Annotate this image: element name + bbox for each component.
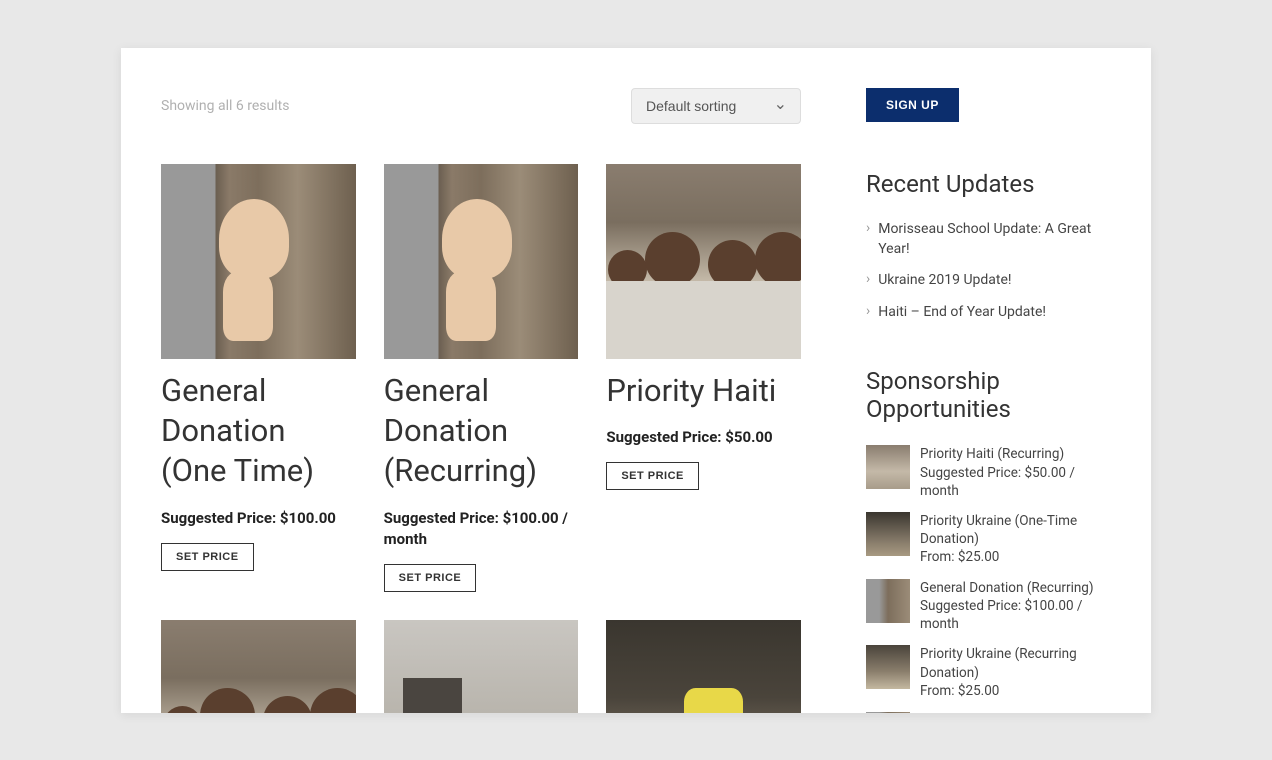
product-card[interactable]: Priority Haiti Suggested Price: $50.00 SET… (606, 164, 801, 592)
list-item: Ukraine 2019 Update! (866, 271, 1111, 291)
sponsorship-title[interactable]: Priority Ukraine (One-Time Donation) (920, 512, 1111, 548)
sponsorship-price: Suggested Price: $50.00 / month (920, 464, 1111, 500)
list-item: Haiti – End of Year Update! (866, 303, 1111, 323)
sponsorship-title[interactable]: General Donation (One Time) (920, 712, 1111, 713)
product-image[interactable] (384, 164, 579, 359)
product-image[interactable] (384, 620, 579, 713)
products-grid: General Donation (One Time) Suggested Pri… (161, 164, 801, 713)
top-row: Showing all 6 results Default sorting (161, 88, 801, 124)
product-price: Suggested Price: $100.00 (161, 508, 356, 529)
sponsorship-thumbnail[interactable] (866, 512, 910, 556)
sponsorship-thumbnail[interactable] (866, 579, 910, 623)
sponsorship-info: Priority Haiti (Recurring)Suggested Pric… (920, 445, 1111, 500)
product-card[interactable]: General Donation (One Time) Suggested Pri… (161, 164, 356, 592)
sponsorship-info: Priority Ukraine (One-Time Donation)From… (920, 512, 1111, 567)
sponsorship-item[interactable]: Priority Ukraine (One-Time Donation)From… (866, 512, 1111, 567)
sponsorship-info: General Donation (Recurring)Suggested Pr… (920, 579, 1111, 634)
product-image[interactable] (606, 620, 801, 713)
product-price: Suggested Price: $100.00 / month (384, 508, 579, 550)
sort-select-wrapper: Default sorting (631, 88, 801, 124)
set-price-button[interactable]: SET PRICE (161, 543, 254, 571)
product-card[interactable]: General Donation (Recurring) Suggested Pr… (384, 164, 579, 592)
sponsorship-item[interactable]: General Donation (One Time)Suggested Pri… (866, 712, 1111, 713)
product-image[interactable] (161, 620, 356, 713)
product-price: Suggested Price: $50.00 (606, 427, 801, 448)
sponsorship-title[interactable]: Priority Haiti (Recurring) (920, 445, 1111, 463)
set-price-button[interactable]: SET PRICE (606, 462, 699, 490)
sponsorship-thumbnail[interactable] (866, 712, 910, 713)
sponsorship-list: Priority Haiti (Recurring)Suggested Pric… (866, 445, 1111, 713)
main-content: Showing all 6 results Default sorting Ge… (161, 88, 801, 713)
sort-dropdown[interactable]: Default sorting (631, 88, 801, 124)
update-link[interactable]: Ukraine 2019 Update! (878, 271, 1011, 291)
recent-updates-list: Morisseau School Update: A Great Year! Uk… (866, 220, 1111, 322)
sponsorship-title[interactable]: Priority Ukraine (Recurring Donation) (920, 645, 1111, 681)
sponsorship-price: From: $25.00 (920, 682, 1111, 700)
sponsorship-item[interactable]: General Donation (Recurring)Suggested Pr… (866, 579, 1111, 634)
sponsorship-price: From: $25.00 (920, 548, 1111, 566)
product-card[interactable] (606, 620, 801, 713)
sponsorship-info: Priority Ukraine (Recurring Donation)Fro… (920, 645, 1111, 700)
sponsorship-item[interactable]: Priority Ukraine (Recurring Donation)Fro… (866, 645, 1111, 700)
product-image[interactable] (161, 164, 356, 359)
update-link[interactable]: Haiti – End of Year Update! (878, 303, 1046, 323)
content-wrapper: Showing all 6 results Default sorting Ge… (161, 88, 1111, 713)
product-image[interactable] (606, 164, 801, 359)
recent-updates-heading: Recent Updates (866, 170, 1111, 198)
product-title[interactable]: General Donation (Recurring) (384, 371, 579, 492)
list-item: Morisseau School Update: A Great Year! (866, 220, 1111, 259)
set-price-button[interactable]: SET PRICE (384, 564, 477, 592)
product-card[interactable] (384, 620, 579, 713)
sponsorship-title[interactable]: General Donation (Recurring) (920, 579, 1111, 597)
sponsorship-thumbnail[interactable] (866, 645, 910, 689)
product-title[interactable]: Priority Haiti (606, 371, 801, 411)
page-container: Showing all 6 results Default sorting Ge… (121, 48, 1151, 713)
signup-button[interactable]: SIGN UP (866, 88, 959, 122)
update-link[interactable]: Morisseau School Update: A Great Year! (878, 220, 1111, 259)
product-title[interactable]: General Donation (One Time) (161, 371, 356, 492)
sponsorship-item[interactable]: Priority Haiti (Recurring)Suggested Pric… (866, 445, 1111, 500)
sidebar: SIGN UP Recent Updates Morisseau School … (866, 88, 1111, 713)
sponsorship-thumbnail[interactable] (866, 445, 910, 489)
result-count: Showing all 6 results (161, 98, 289, 114)
product-card[interactable] (161, 620, 356, 713)
sponsorship-price: Suggested Price: $100.00 / month (920, 597, 1111, 633)
sponsorship-heading: Sponsorship Opportunities (866, 367, 1111, 423)
sponsorship-info: General Donation (One Time)Suggested Pri… (920, 712, 1111, 713)
